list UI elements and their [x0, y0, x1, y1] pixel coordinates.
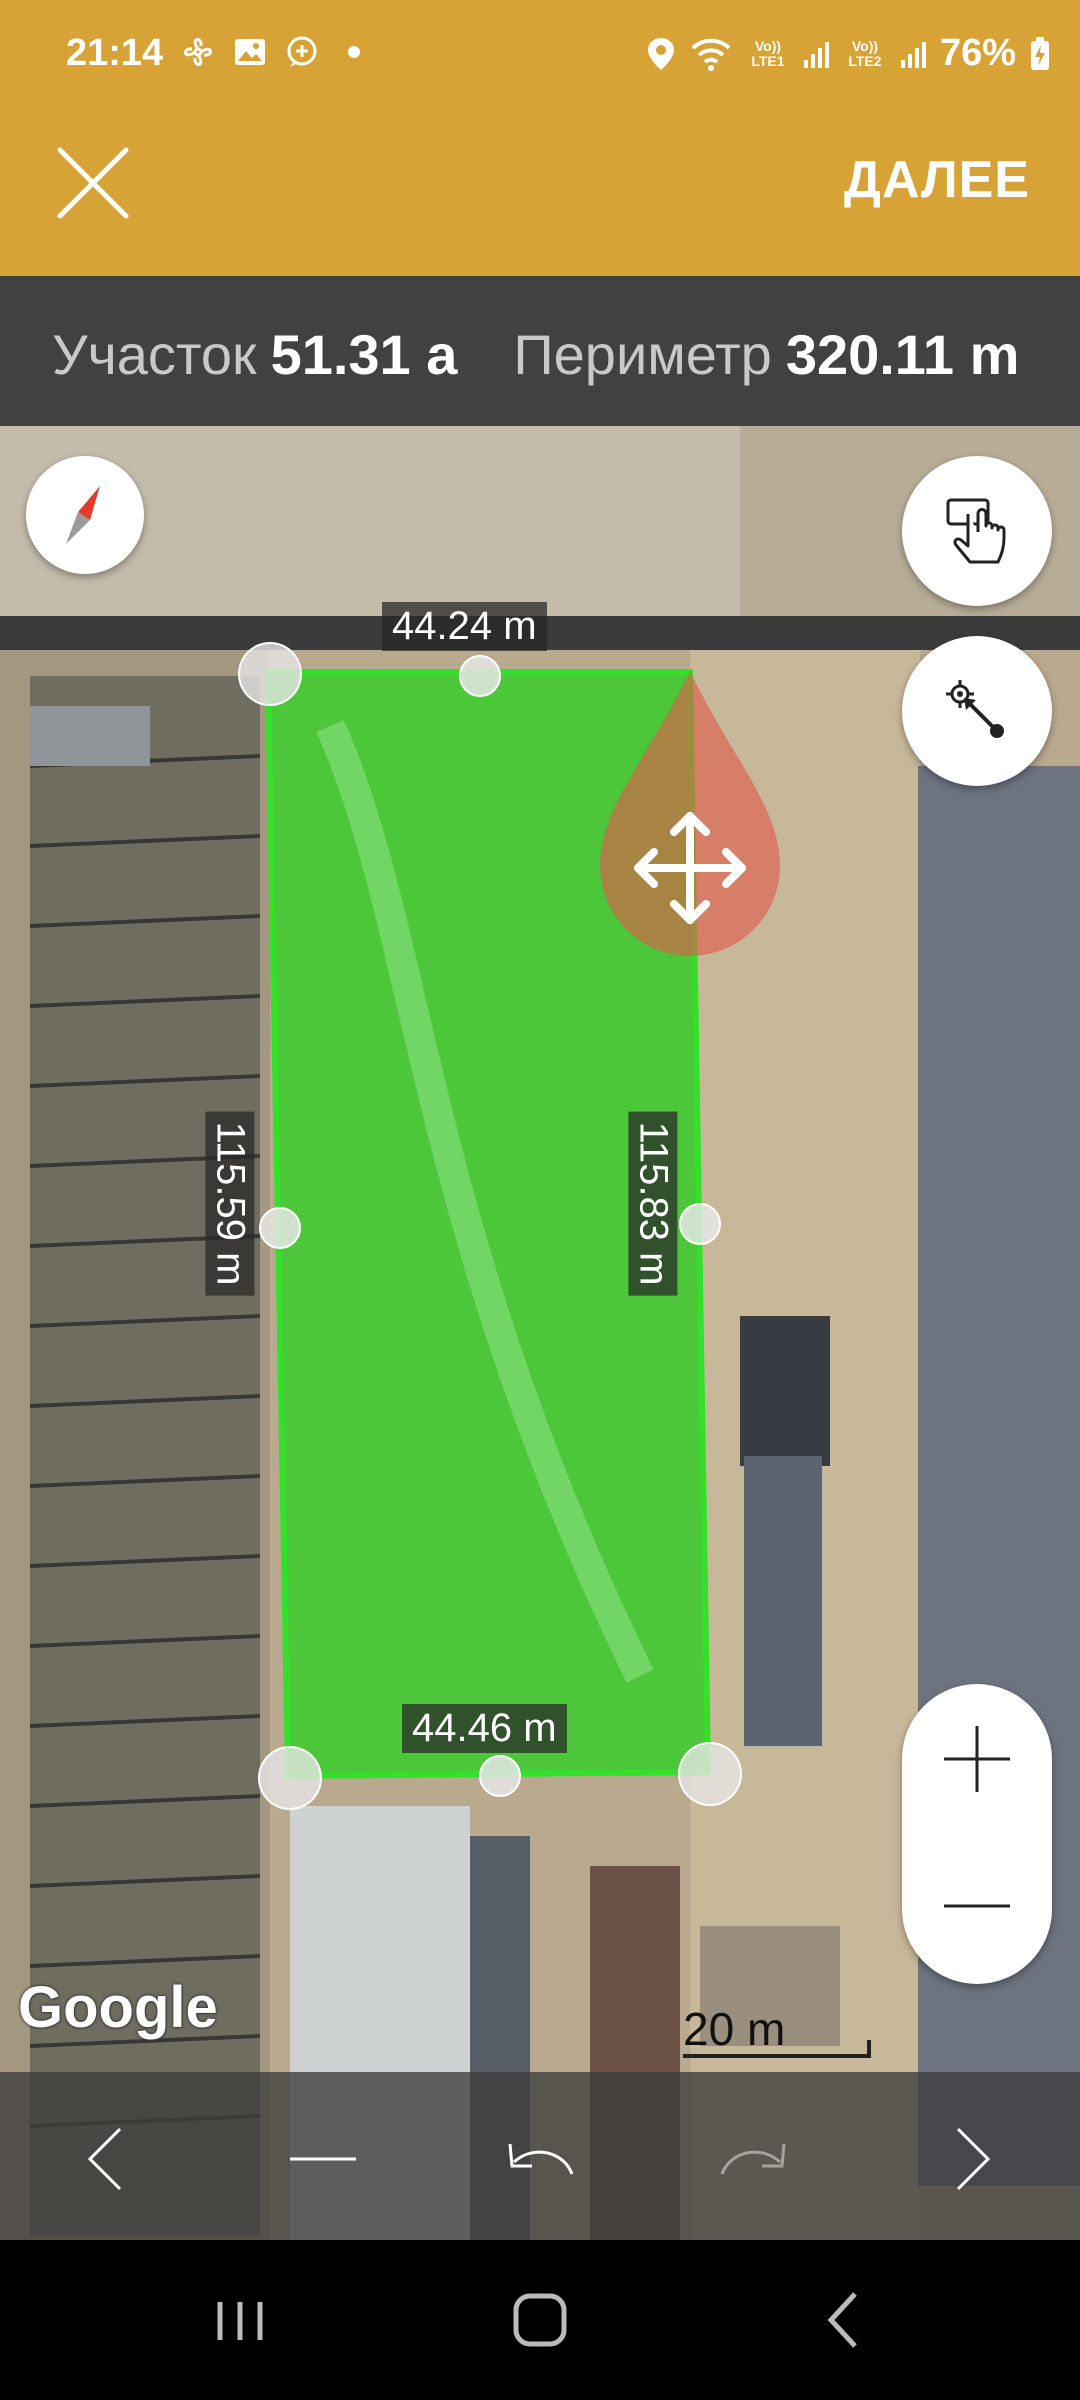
- zoom-out-button[interactable]: [902, 1834, 1052, 1984]
- home-button[interactable]: [490, 2280, 590, 2360]
- perimeter-label: Периметр: [513, 323, 772, 386]
- status-time: 21:14: [66, 32, 164, 74]
- fan-icon: [184, 38, 212, 66]
- wifi-icon: [691, 38, 731, 71]
- measure-point-icon: [946, 680, 1004, 738]
- edge-length-left: 115.59 m: [205, 1111, 255, 1295]
- touch-mode-button[interactable]: [902, 456, 1052, 606]
- satellite-map[interactable]: 44.24 m 44.46 m 115.59 m 115.83 m Google…: [0, 426, 1080, 2240]
- next-button[interactable]: ДАЛЕЕ: [844, 150, 1030, 210]
- status-icons-right: Vo)) LTE1 Vo)) LTE2 76%: [646, 32, 1050, 75]
- polygon-vertex[interactable]: [258, 1746, 322, 1810]
- area-value: 51.31 a: [270, 323, 458, 386]
- chat-plus-icon: [287, 36, 317, 67]
- compass-button[interactable]: [26, 456, 144, 574]
- status-bar: 21:14 Vo)) LTE1 Vo)) LTE2 76%: [0, 0, 1080, 88]
- edge-length-top: 44.24 m: [382, 602, 547, 651]
- system-nav-bar: [0, 2240, 1080, 2400]
- google-attribution: Google: [18, 1975, 218, 2040]
- chevron-left-icon: [87, 2127, 122, 2191]
- edge-midpoint-handle[interactable]: [459, 655, 501, 697]
- undo-icon: [508, 2143, 574, 2175]
- dot-icon: [348, 46, 360, 58]
- edge-midpoint-handle[interactable]: [259, 1207, 301, 1249]
- remove-point-button[interactable]: [268, 2104, 378, 2214]
- zoom-in-icon: [944, 1726, 1010, 1792]
- zoom-out-icon: [944, 1904, 1010, 1908]
- chevron-right-icon: [956, 2127, 991, 2191]
- area-label: Участок: [52, 323, 257, 386]
- back-button[interactable]: [795, 2280, 895, 2360]
- hand-touch-icon: [946, 498, 1006, 564]
- sim2-label: Vo)) LTE2: [848, 37, 882, 69]
- signal-icon: [900, 40, 926, 68]
- move-arrows-icon[interactable]: [628, 806, 752, 930]
- edge-length-bottom: 44.46 m: [402, 1704, 567, 1753]
- app-bar: ДАЛЕЕ: [0, 88, 1080, 276]
- next-point-button[interactable]: [918, 2104, 1028, 2214]
- recents-button[interactable]: [190, 2280, 290, 2360]
- battery-charging-icon: [1031, 36, 1049, 70]
- measurement-info-bar: Участок 51.31 a Периметр 320.11 m: [0, 276, 1080, 426]
- undo-button[interactable]: [484, 2104, 594, 2214]
- scale-bar: [683, 2040, 871, 2058]
- measure-point-button[interactable]: [902, 636, 1052, 786]
- previous-button[interactable]: [50, 2104, 160, 2214]
- redo-button[interactable]: [700, 2104, 810, 2214]
- status-icons-left: [180, 34, 372, 70]
- signal-icon: [803, 40, 829, 68]
- location-icon: [647, 37, 674, 70]
- battery-percent: 76%: [939, 32, 1016, 74]
- compass-icon: [66, 486, 100, 544]
- perimeter-value: 320.11 m: [785, 323, 1020, 386]
- image-icon: [235, 39, 265, 65]
- home-icon: [513, 2293, 567, 2347]
- close-button[interactable]: [50, 140, 136, 226]
- close-icon: [57, 147, 129, 219]
- polygon-vertex[interactable]: [238, 642, 302, 706]
- zoom-control: [902, 1684, 1052, 1984]
- minus-icon: [290, 2157, 356, 2161]
- polygon-vertex[interactable]: [678, 1742, 742, 1806]
- edge-midpoint-handle[interactable]: [479, 1755, 521, 1797]
- redo-icon: [720, 2143, 786, 2175]
- edge-midpoint-handle[interactable]: [679, 1203, 721, 1245]
- sim1-label: Vo)) LTE1: [751, 37, 785, 69]
- zoom-in-button[interactable]: [902, 1684, 1052, 1834]
- edge-length-right: 115.83 m: [628, 1111, 678, 1295]
- back-icon: [827, 2292, 857, 2348]
- edit-toolbar: [0, 2072, 1080, 2240]
- recents-icon: [217, 2302, 263, 2340]
- scale-label: 20 m: [683, 2003, 786, 2055]
